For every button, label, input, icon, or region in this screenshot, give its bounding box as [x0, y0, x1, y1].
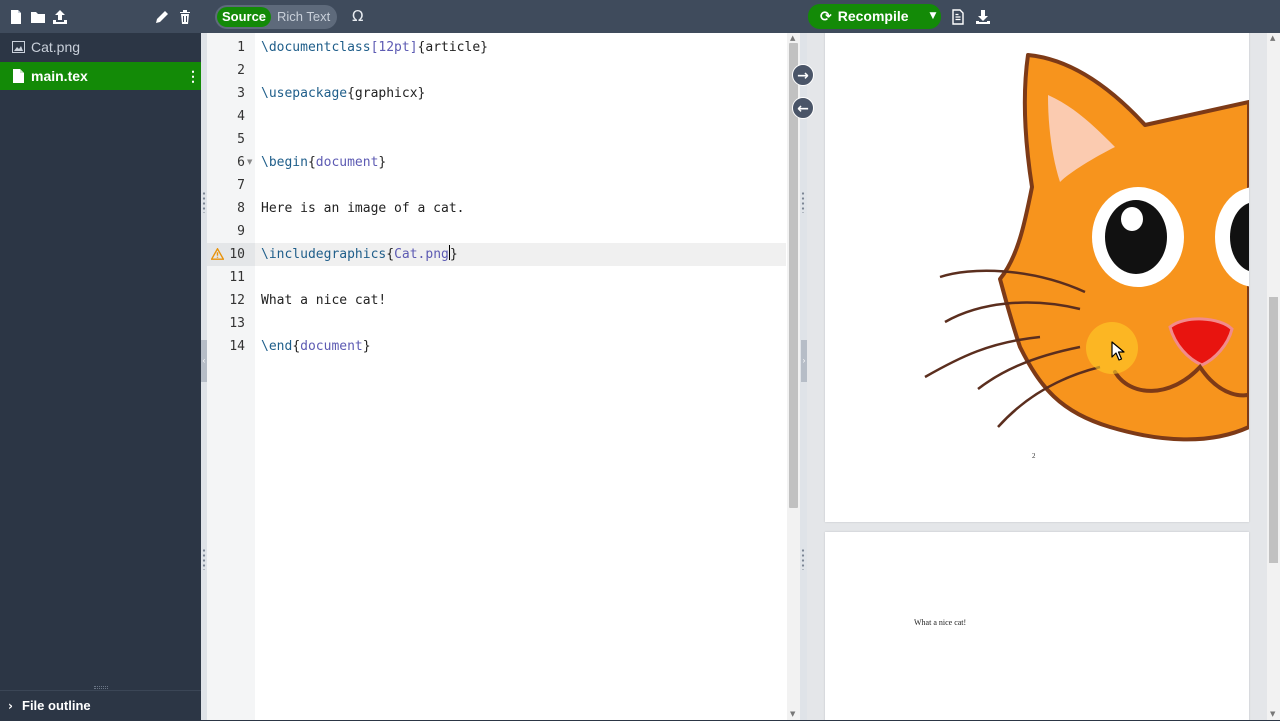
- file-item-cat-png[interactable]: Cat.png: [0, 33, 201, 61]
- latex-command: \end: [261, 339, 293, 354]
- line-number: 10: [229, 247, 245, 262]
- editor-preview-splitter[interactable]: ›: [800, 33, 807, 720]
- file-menu-kebab-icon[interactable]: ⋮: [186, 62, 200, 90]
- refresh-icon: ⟳: [820, 9, 832, 25]
- brace: }: [449, 247, 458, 262]
- source-mode-button[interactable]: Source: [217, 7, 271, 27]
- text-content: What a nice cat!: [261, 293, 387, 308]
- code-line[interactable]: \begin{document}: [261, 151, 786, 174]
- latex-command: \includegraphics: [261, 247, 387, 262]
- file-argument: Cat.png: [394, 247, 449, 262]
- line-number: 14: [229, 339, 245, 354]
- latex-argument: {article}: [417, 40, 488, 55]
- image-icon: [12, 40, 25, 54]
- upload-icon[interactable]: [52, 9, 68, 25]
- delete-icon[interactable]: [177, 9, 193, 25]
- page-number: 2: [1032, 452, 1036, 460]
- chevron-right-icon: ›: [8, 699, 13, 713]
- latex-command: \begin: [261, 155, 308, 170]
- active-code-line[interactable]: \includegraphics{Cat.png}: [255, 243, 786, 266]
- latex-option: [12pt]: [370, 40, 418, 55]
- code-editor[interactable]: 1 2 3 4 5 6 ▼ 7 8 9 10 11 12 13 14 \docu…: [207, 33, 800, 720]
- new-folder-icon[interactable]: [30, 9, 46, 25]
- line-number: 5: [237, 132, 245, 147]
- code-line[interactable]: What a nice cat!: [261, 289, 786, 312]
- latex-command: \usepackage: [261, 86, 348, 101]
- line-number: 3: [237, 86, 245, 101]
- brace: }: [378, 155, 387, 170]
- latex-argument: {graphicx}: [347, 86, 426, 101]
- environment-name: document: [315, 155, 379, 170]
- code-line[interactable]: \end{document}: [261, 335, 786, 358]
- mouse-pointer-icon: [1111, 341, 1125, 361]
- pdf-logs-icon[interactable]: [950, 9, 966, 25]
- drag-handle[interactable]: [202, 191, 206, 213]
- brace: }: [362, 339, 371, 354]
- recompile-label: Recompile: [837, 8, 909, 24]
- brace: {: [292, 339, 301, 354]
- editor-scrollbar[interactable]: ▲ ▼: [787, 33, 800, 720]
- download-pdf-icon[interactable]: [975, 9, 991, 25]
- brace: {: [386, 247, 395, 262]
- scroll-down-icon[interactable]: ▼: [790, 710, 795, 718]
- brace: {: [307, 155, 316, 170]
- drag-handle[interactable]: [801, 548, 805, 570]
- environment-name: document: [300, 339, 363, 354]
- pdf-page: 2: [825, 33, 1249, 522]
- top-toolbar: Source Rich Text Ω ⟳ Recompile ▼: [0, 0, 1280, 33]
- pdf-page: What a nice cat!: [825, 532, 1249, 720]
- drag-handle[interactable]: [801, 191, 805, 213]
- recompile-options-caret[interactable]: ▼: [925, 4, 941, 29]
- drag-handle[interactable]: [202, 548, 206, 570]
- line-number: 7: [237, 178, 245, 193]
- scroll-up-icon[interactable]: ▲: [1270, 34, 1275, 42]
- line-number: 12: [229, 293, 245, 308]
- line-number: 13: [229, 316, 245, 331]
- line-number-gutter: 1 2 3 4 5 6 ▼ 7 8 9 10 11 12 13 14: [207, 33, 255, 720]
- sync-to-code-arrow-left-icon[interactable]: ←: [792, 97, 814, 119]
- line-number: 8: [237, 201, 245, 216]
- fold-toggle-icon[interactable]: ▼: [247, 158, 252, 166]
- sync-to-pdf-arrow-right-icon[interactable]: →: [792, 64, 814, 86]
- cat-image: [924, 53, 1249, 442]
- file-icon: [12, 69, 25, 83]
- preview-scrollbar-thumb[interactable]: [1269, 297, 1278, 563]
- text-content: Here is an image of a cat.: [261, 201, 465, 216]
- line-number: 1: [237, 40, 245, 55]
- file-item-main-tex[interactable]: main.tex ⋮: [0, 62, 201, 90]
- pdf-text: What a nice cat!: [914, 618, 967, 627]
- line-number: 4: [237, 109, 245, 124]
- file-tree-sidebar: Cat.png main.tex ⋮ › File outline: [0, 33, 201, 720]
- editor-mode-toggle: Source Rich Text: [215, 5, 337, 29]
- line-number: 2: [237, 63, 245, 78]
- recompile-button[interactable]: ⟳ Recompile: [808, 4, 923, 29]
- code-line[interactable]: \usepackage{graphicx}: [261, 82, 786, 105]
- symbol-palette-button[interactable]: Ω: [352, 7, 363, 25]
- code-line[interactable]: Here is an image of a cat.: [261, 197, 786, 220]
- latex-command: \documentclass: [261, 40, 371, 55]
- new-file-icon[interactable]: [8, 9, 24, 25]
- code-line[interactable]: \documentclass[12pt]{article}: [261, 36, 786, 59]
- rename-icon[interactable]: [154, 9, 170, 25]
- scroll-up-icon[interactable]: ▲: [790, 34, 795, 42]
- file-name: main.tex: [31, 68, 88, 84]
- preview-scrollbar[interactable]: ▲ ▼: [1267, 33, 1280, 720]
- line-number: 6: [237, 155, 245, 170]
- rich-text-mode-button[interactable]: Rich Text: [277, 7, 335, 27]
- outline-resize-grip[interactable]: [94, 686, 108, 689]
- scroll-down-icon[interactable]: ▼: [1270, 710, 1275, 718]
- file-outline-label: File outline: [22, 698, 91, 713]
- file-outline-toggle[interactable]: › File outline: [0, 690, 201, 720]
- recompile-button-group: ⟳ Recompile ▼: [808, 4, 941, 29]
- file-name: Cat.png: [31, 39, 81, 55]
- line-number: 11: [229, 270, 245, 285]
- pdf-preview[interactable]: 2 What a nice cat!: [807, 33, 1280, 720]
- line-number: 9: [237, 224, 245, 239]
